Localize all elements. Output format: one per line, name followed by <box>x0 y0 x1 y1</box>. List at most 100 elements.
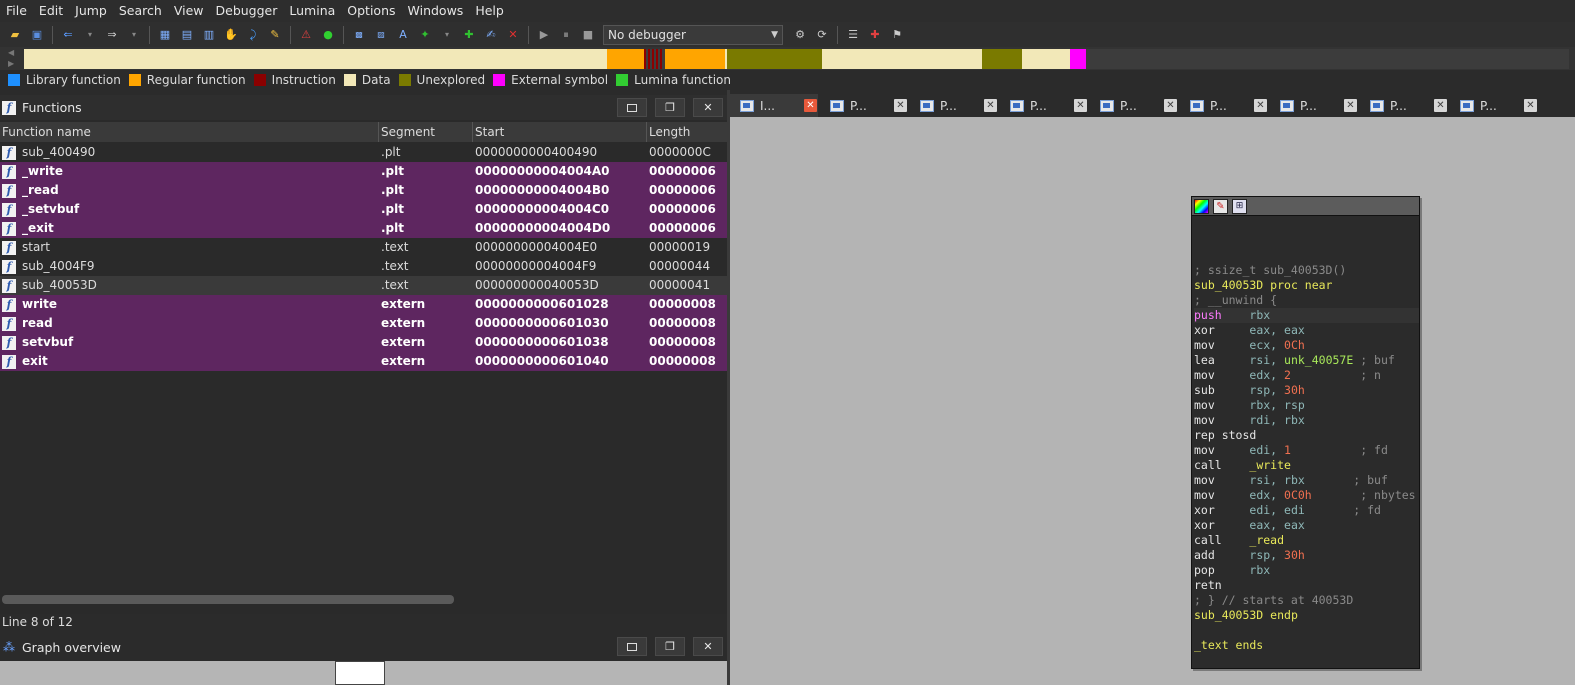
function-row[interactable]: f read extern 0000000000601030 00000008 <box>0 314 727 333</box>
disasm-line[interactable]: xor edi, edi ; fd <box>1194 503 1419 518</box>
warning-icon[interactable]: ⚠ <box>297 26 315 44</box>
tab-pseudocode[interactable]: P... ✕ <box>1000 94 1088 117</box>
disasm-line[interactable]: ; ssize_t sub_40053D() <box>1194 263 1419 278</box>
disasm-line[interactable]: sub_40053D endp <box>1194 608 1419 623</box>
green-circle-icon[interactable]: ● <box>319 26 337 44</box>
maximize-button[interactable] <box>617 98 647 117</box>
maximize-button[interactable] <box>617 637 647 656</box>
hand-icon[interactable]: ✋ <box>222 26 240 44</box>
color-palette-icon[interactable] <box>1194 198 1209 214</box>
function-row[interactable]: f setvbuf extern 0000000000601038 00000008 <box>0 333 727 352</box>
menu-file[interactable]: File <box>0 0 33 22</box>
jump-icon[interactable]: ⤸ <box>244 26 262 44</box>
tab-close-icon[interactable]: ✕ <box>1254 99 1267 112</box>
pause-icon[interactable]: ⏸ <box>557 26 575 44</box>
tab-close-icon[interactable]: ✕ <box>1074 99 1087 112</box>
disasm-line[interactable]: mov edx, 0C0h ; nbytes <box>1194 488 1419 503</box>
graph-node-sub-40053d[interactable]: ✎ ⊞ ; ssize_t sub_40053D() sub_40053D pro… <box>1191 196 1420 669</box>
function-row[interactable]: f exit extern 0000000000601040 00000008 <box>0 352 727 371</box>
back-arrow-icon[interactable]: ⇐ <box>59 26 77 44</box>
menu-help[interactable]: Help <box>469 0 510 22</box>
menu-edit[interactable]: Edit <box>33 0 69 22</box>
ascii-icon[interactable]: A <box>394 26 412 44</box>
disasm-line[interactable]: mov ecx, 0Ch <box>1194 338 1419 353</box>
struct-icon[interactable]: ✦ <box>416 26 434 44</box>
find-icon[interactable]: ✎ <box>266 26 284 44</box>
disasm-line[interactable]: push rbx <box>1194 308 1419 323</box>
data-icon[interactable]: ▨ <box>372 26 390 44</box>
tab-pseudocode[interactable]: P... ✕ <box>910 94 998 117</box>
menu-jump[interactable]: Jump <box>69 0 113 22</box>
binary-icon[interactable]: ▦ <box>156 26 174 44</box>
navigation-band-bar[interactable] <box>24 49 1569 69</box>
function-row[interactable]: f sub_40053D .text 000000000040053D 00000041 <box>0 276 727 295</box>
history-dropdown-icon[interactable]: ▾ <box>125 26 143 44</box>
disasm-line[interactable]: call _read <box>1194 533 1419 548</box>
rename-icon[interactable]: ✎ <box>1213 198 1228 214</box>
disasm-line[interactable]: _text ends <box>1194 638 1419 653</box>
tab-pseudocode[interactable]: P... ✕ <box>1270 94 1358 117</box>
edit-icon[interactable]: ✍ <box>482 26 500 44</box>
column-header-length[interactable]: Length <box>647 122 727 142</box>
graph-overview-viewport[interactable] <box>335 661 385 685</box>
disasm-line[interactable]: call _write <box>1194 458 1419 473</box>
debugger-options-icon[interactable]: ⚙ <box>791 26 809 44</box>
disasm-line[interactable]: rep stosd <box>1194 428 1419 443</box>
column-header-start[interactable]: Start <box>473 122 647 142</box>
disasm-line[interactable]: mov edx, 2 ; n <box>1194 368 1419 383</box>
disasm-line[interactable]: mov rbx, rsp <box>1194 398 1419 413</box>
tab-pseudocode[interactable]: P... ✕ <box>1180 94 1268 117</box>
horizontal-scrollbar-thumb[interactable] <box>2 595 454 604</box>
disasm-line[interactable]: lea rsi, unk_40057E ; buf <box>1194 353 1419 368</box>
disasm-line[interactable]: sub rsp, 30h <box>1194 383 1419 398</box>
function-row[interactable]: f _setvbuf .plt 00000000004004C0 00000006 <box>0 200 727 219</box>
disasm-line[interactable]: ; __unwind { <box>1194 293 1419 308</box>
tab-pseudocode[interactable]: P... ✕ <box>1360 94 1448 117</box>
function-row[interactable]: f _exit .plt 00000000004004D0 00000006 <box>0 219 727 238</box>
disasm-line[interactable] <box>1194 623 1419 638</box>
save-icon[interactable]: ▣ <box>28 26 46 44</box>
function-row[interactable]: f _write .plt 00000000004004A0 00000006 <box>0 162 727 181</box>
menu-windows[interactable]: Windows <box>402 0 470 22</box>
disasm-line[interactable]: xor eax, eax <box>1194 518 1419 533</box>
tab-close-icon[interactable]: ✕ <box>894 99 907 112</box>
column-header-segment[interactable]: Segment <box>379 122 473 142</box>
ida-graph-view[interactable]: ✎ ⊞ ; ssize_t sub_40053D() sub_40053D pro… <box>730 117 1575 685</box>
refresh-icon[interactable]: ⟳ <box>813 26 831 44</box>
breakpoint-icon[interactable]: ✚ <box>866 26 884 44</box>
function-row[interactable]: f write extern 0000000000601028 00000008 <box>0 295 727 314</box>
tab-close-icon[interactable]: ✕ <box>1344 99 1357 112</box>
navband-scroll-arrows-icon[interactable]: ◀ ▶ <box>0 47 24 70</box>
graph-overview-canvas[interactable] <box>0 661 727 685</box>
function-row[interactable]: f _read .plt 00000000004004B0 00000006 <box>0 181 727 200</box>
code-icon[interactable]: ▩ <box>350 26 368 44</box>
menu-search[interactable]: Search <box>113 0 168 22</box>
debugger-select[interactable]: No debugger ▼ <box>603 24 783 45</box>
graph-icon[interactable]: ⊞ <box>1232 198 1247 214</box>
disasm-line[interactable]: ; } // starts at 40053D <box>1194 593 1419 608</box>
text-icon[interactable]: ▤ <box>178 26 196 44</box>
function-row[interactable]: f sub_4004F9 .text 00000000004004F9 00000044 <box>0 257 727 276</box>
column-header-function-name[interactable]: Function name <box>0 122 379 142</box>
stop-icon[interactable]: ■ <box>579 26 597 44</box>
history-dropdown-icon[interactable]: ▾ <box>438 26 456 44</box>
disasm-line[interactable]: retn <box>1194 578 1419 593</box>
tab-close-icon[interactable]: ✕ <box>1524 99 1537 112</box>
menu-lumina[interactable]: Lumina <box>283 0 341 22</box>
tab-close-icon[interactable]: ✕ <box>1164 99 1177 112</box>
forward-arrow-icon[interactable]: ⇒ <box>103 26 121 44</box>
disasm-line[interactable]: pop rbx <box>1194 563 1419 578</box>
history-dropdown-icon[interactable]: ▾ <box>81 26 99 44</box>
close-button[interactable]: ✕ <box>693 98 723 117</box>
delete-icon[interactable]: ✕ <box>504 26 522 44</box>
play-icon[interactable]: ▶ <box>535 26 553 44</box>
tab-close-icon[interactable]: ✕ <box>804 99 817 112</box>
list-icon[interactable]: ☰ <box>844 26 862 44</box>
tab-close-icon[interactable]: ✕ <box>984 99 997 112</box>
tab-ida-view[interactable]: I... ✕ <box>730 94 818 117</box>
menu-view[interactable]: View <box>168 0 210 22</box>
open-file-icon[interactable]: ▰ <box>6 26 24 44</box>
tab-close-icon[interactable]: ✕ <box>1434 99 1447 112</box>
disasm-line[interactable]: add rsp, 30h <box>1194 548 1419 563</box>
function-row[interactable]: f sub_400490 .plt 0000000000400490 0000000C <box>0 143 727 162</box>
